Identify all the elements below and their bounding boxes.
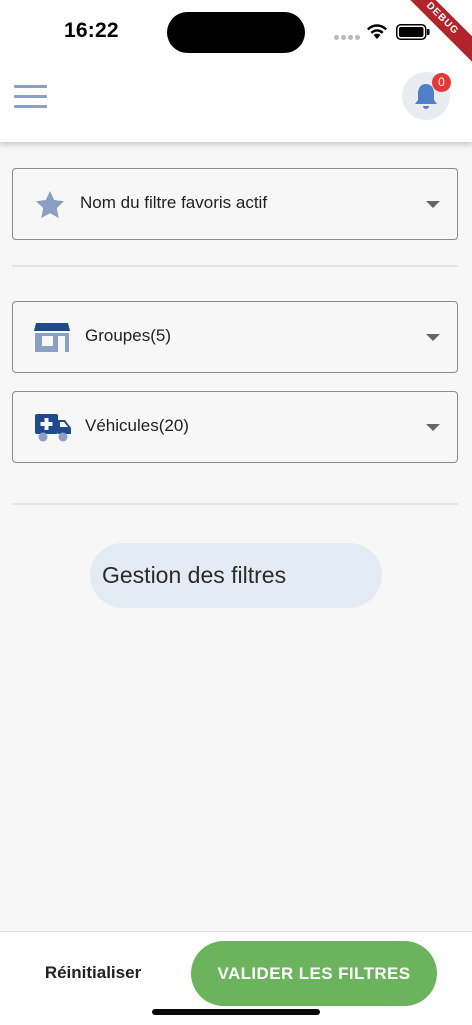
- groups-label: Groupes(5): [85, 326, 171, 345]
- home-indicator: [152, 1009, 320, 1015]
- wifi-icon: [367, 24, 387, 39]
- ambulance-icon: [35, 414, 71, 442]
- divider: [12, 265, 458, 267]
- status-bar: 16:22 DEBUG: [0, 0, 472, 68]
- notifications-button[interactable]: 0: [402, 72, 451, 120]
- store-icon: [34, 323, 70, 352]
- chevron-down-icon: [426, 201, 440, 208]
- bottom-bar: Réinitialiser VALIDER LES FILTRES: [0, 931, 472, 1025]
- groups-dropdown[interactable]: Groupes(5): [12, 301, 458, 373]
- favorite-filter-dropdown[interactable]: Nom du filtre favoris actif: [12, 168, 458, 240]
- app-bar: 0: [0, 64, 472, 142]
- favorite-filter-label: Nom du filtre favoris actif: [80, 193, 268, 212]
- status-time: 16:22: [64, 19, 119, 42]
- cellular-signal-icon: [334, 35, 360, 41]
- vehicles-dropdown[interactable]: Véhicules(20): [12, 391, 458, 463]
- notification-count-badge: 0: [432, 73, 451, 92]
- manage-filters-button[interactable]: Gestion des filtres: [90, 543, 382, 608]
- reset-button[interactable]: Réinitialiser: [34, 958, 152, 988]
- divider: [12, 503, 458, 505]
- dynamic-island: [167, 12, 305, 53]
- chevron-down-icon: [426, 424, 440, 431]
- validate-filters-button[interactable]: VALIDER LES FILTRES: [191, 941, 437, 1006]
- vehicles-label: Véhicules(20): [85, 416, 189, 435]
- hamburger-menu-icon[interactable]: [14, 83, 48, 111]
- battery-icon: [396, 24, 430, 40]
- chevron-down-icon: [426, 334, 440, 341]
- star-icon: [36, 191, 64, 218]
